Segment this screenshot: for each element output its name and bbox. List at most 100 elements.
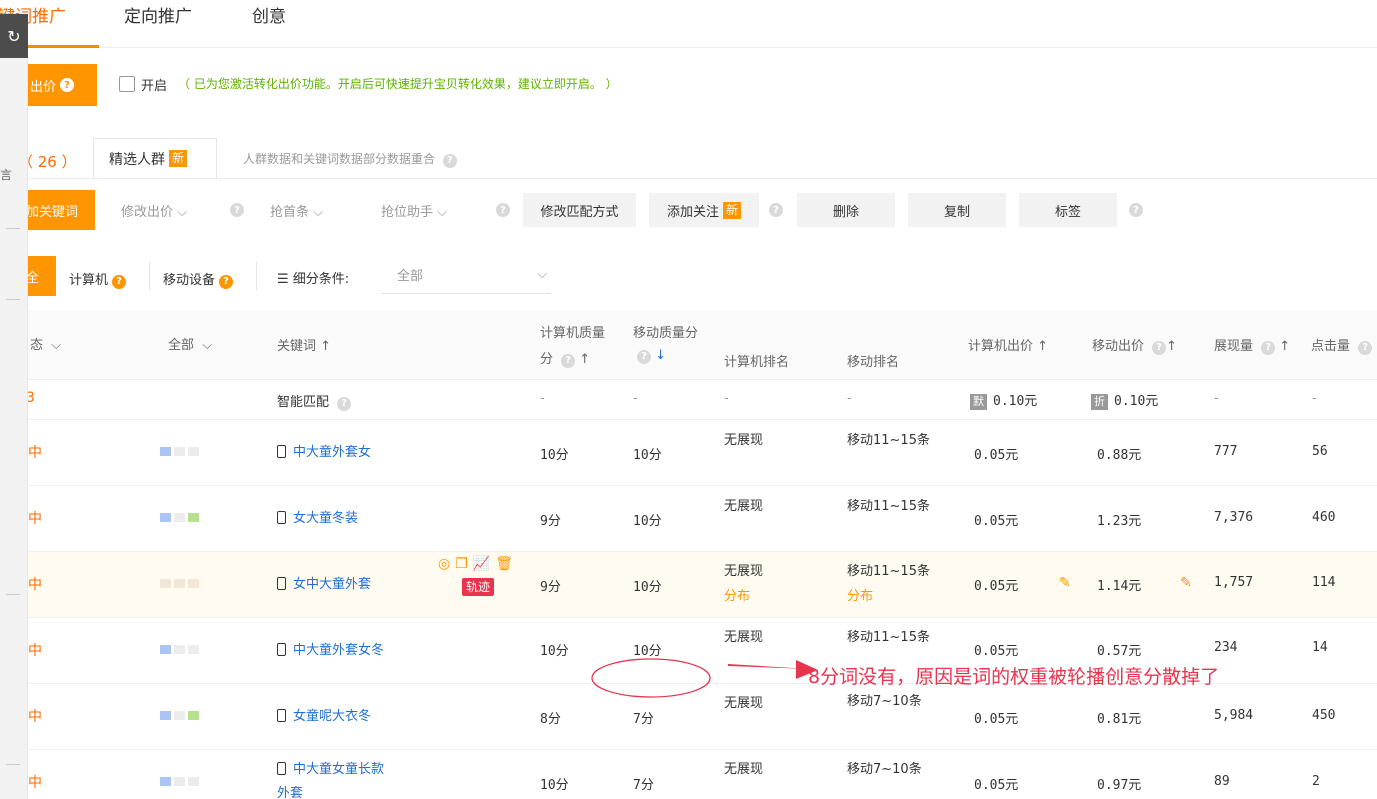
help-icon[interactable]: ? [112, 274, 127, 289]
help-icon[interactable]: ? [1129, 203, 1143, 217]
help-icon[interactable]: ? [337, 396, 352, 411]
clicks: 114 [1312, 575, 1336, 590]
conversion-tip: （ 已为您激活转化出价功能。开启后可快速提升宝贝转化效果，建议立即开启。 ） [178, 77, 618, 91]
annotation-text: 8分词没有，原因是词的权重被轮播创意分散掉了 [808, 666, 1220, 688]
mobile-quality: 7分 [633, 712, 654, 727]
rail-divider [6, 299, 20, 300]
edit-pencil-icon[interactable]: ✎ [1059, 575, 1071, 591]
delete-button[interactable]: 删除 [797, 193, 895, 227]
pc-bid[interactable]: 0.05元 [974, 510, 1018, 529]
pc-bid[interactable]: 0.05元 [974, 444, 1018, 463]
tag-button[interactable]: 标签 [1019, 193, 1117, 227]
keyword-cell[interactable]: 女童呢大衣冬 [277, 705, 371, 724]
keyword-link: 女中大童外套 [293, 577, 372, 592]
keyword-cell[interactable]: 女大童冬装 [277, 507, 358, 526]
divider [28, 178, 1377, 179]
impressions: 1,757 [1214, 575, 1254, 590]
pc-quality: 10分 [540, 644, 569, 659]
help-icon[interactable]: ? [219, 274, 234, 289]
keyword-link: 中大童女童长款 [293, 762, 385, 777]
header-mobile-quality: 移动质量分 [633, 326, 699, 341]
mobile-bid[interactable]: 0.88元 [1097, 444, 1141, 463]
header-clicks[interactable]: 点击量 ? [1311, 335, 1373, 355]
help-icon: ? [1358, 340, 1373, 355]
copy-button[interactable]: 复制 [908, 193, 1006, 227]
smart-match-label: 智能匹配 ? [277, 391, 352, 411]
filter-select[interactable]: 全部 ⌵ [381, 256, 551, 294]
help-icon[interactable]: ? [230, 203, 244, 217]
mobile-bid[interactable]: 0.97元 [1097, 774, 1141, 793]
header-keyword[interactable]: 关键词 ↑ [277, 335, 331, 354]
header-pc-bid[interactable]: 计算机出价 ↑ [968, 335, 1048, 354]
keyword-cell[interactable]: 女中大童外套 [277, 573, 371, 592]
refresh-icon[interactable]: ↻ [0, 14, 28, 58]
copy-icon[interactable]: ❐ [455, 556, 468, 572]
track-badge[interactable]: 轨迹 [462, 578, 495, 596]
rail-label: 言 [0, 168, 13, 182]
mobile-bid[interactable]: 0.57元 [1097, 640, 1141, 659]
status-text: 中 [28, 775, 42, 791]
position-helper-dropdown[interactable]: 抢位助手 ⌵ [381, 201, 447, 220]
pc-quality: 9分 [540, 514, 561, 529]
trash-icon[interactable]: 🗑 [495, 556, 513, 572]
help-icon[interactable]: ? [442, 153, 457, 168]
target-icon[interactable]: ◎ [438, 556, 450, 572]
mobile-bid[interactable]: 折 0.10元 [1091, 390, 1158, 410]
mobile-bid[interactable]: 0.81元 [1097, 708, 1141, 727]
row-actions: ◎ ❐ 📈 🗑 [438, 556, 513, 572]
conversion-bid-label: 出价 [30, 79, 57, 95]
rail-divider [6, 764, 20, 765]
annotation-overlay [591, 658, 818, 698]
help-icon: ? [561, 353, 576, 368]
tab-targeted-promotion[interactable]: 定向推广 [124, 2, 192, 27]
device-tab-mobile[interactable]: 移动设备? [163, 269, 234, 289]
modify-bid-dropdown[interactable]: 修改出价 ⌵ [121, 201, 187, 220]
mobile-quality: 10分 [633, 580, 662, 595]
device-tab-computer[interactable]: 计算机? [69, 269, 127, 289]
header-status[interactable]: 态 ⌵ [30, 334, 61, 353]
header-pc-quality-2[interactable]: 分 ? ↑ [540, 348, 590, 368]
header-all[interactable]: 全部 ⌵ [168, 334, 212, 353]
phone-icon [277, 511, 286, 524]
help-icon[interactable]: ? [769, 203, 783, 217]
help-icon[interactable]: ? [496, 203, 510, 217]
pc-rank-distribution-link[interactable]: 分布 [724, 585, 750, 604]
mobile-bid[interactable]: 1.23元 [1097, 510, 1141, 529]
chart-icon[interactable]: 📈 [473, 556, 490, 572]
sort-up-icon[interactable]: ↑ [320, 339, 331, 354]
keyword-cell[interactable]: 中大童外套女冬 [277, 639, 384, 658]
add-follow-button[interactable]: 添加关注 新 [649, 193, 759, 227]
filter-label: ☰ 细分条件: [277, 272, 350, 287]
enable-label: 开启 [141, 79, 168, 94]
status-text: 中 [28, 643, 42, 659]
header-mobile-quality-sort[interactable]: ? ↓ [633, 348, 666, 364]
pc-bid[interactable]: 默 0.10元 [970, 390, 1037, 410]
keyword-cell[interactable]: 中大童外套女 [277, 441, 371, 460]
impressions: 777 [1214, 444, 1238, 459]
enable-checkbox[interactable] [119, 76, 135, 92]
phone-icon [277, 709, 286, 722]
header-mobile-bid[interactable]: 移动出价 ? ↑ [1092, 335, 1177, 355]
clicks: 56 [1312, 444, 1328, 459]
impressions: 89 [1214, 774, 1230, 789]
modify-match-button[interactable]: 修改匹配方式 [523, 193, 636, 227]
new-badge: 新 [169, 150, 188, 167]
mobile-bid[interactable]: 1.14元 [1097, 575, 1141, 594]
chevron-down-icon: ⌵ [537, 267, 547, 282]
pc-bid[interactable]: 0.05元 [974, 774, 1018, 793]
pc-bid[interactable]: 0.05元 [974, 708, 1018, 727]
audience-tip: 人群数据和关键词数据部分数据重合 ? [243, 150, 457, 168]
pc-bid[interactable]: 0.05元 [974, 640, 1018, 659]
keyword-cell[interactable]: 中大童女童长款 [277, 758, 384, 777]
pc-bid[interactable]: 0.05元 [974, 575, 1018, 594]
header-impressions[interactable]: 展现量 ? ↑ [1214, 335, 1290, 355]
mobile-rank-distribution-link[interactable]: 分布 [847, 585, 873, 604]
edit-pencil-icon[interactable]: ✎ [1180, 575, 1192, 591]
audience-tab[interactable]: 精选人群 新 [93, 138, 217, 178]
tab-creative[interactable]: 创意 [252, 2, 286, 27]
grab-first-dropdown[interactable]: 抢首条 ⌵ [270, 201, 323, 220]
mobile-quality: 10分 [633, 514, 662, 529]
keyword-link-line2[interactable]: 外套 [277, 782, 303, 799]
pc-rank: 无展现 [724, 762, 764, 777]
help-icon[interactable]: ? [60, 78, 75, 92]
